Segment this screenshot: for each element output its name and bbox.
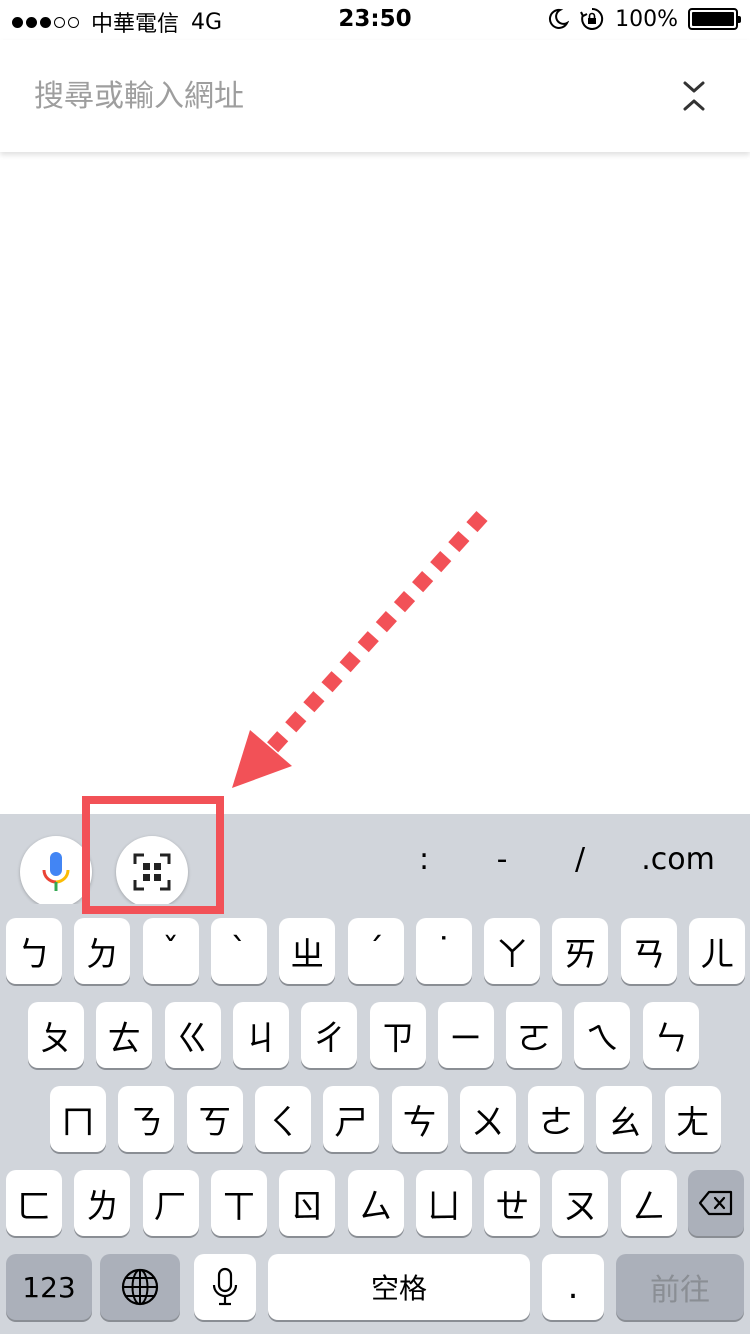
- zhuyin-key[interactable]: ˙: [415, 918, 472, 984]
- globe-icon: [121, 1268, 159, 1306]
- zhuyin-key[interactable]: ㄟ: [574, 1002, 631, 1068]
- qr-scan-icon: [133, 853, 171, 891]
- zhuyin-key[interactable]: ㄖ: [279, 1170, 336, 1236]
- period-key[interactable]: .: [542, 1254, 604, 1320]
- zhuyin-key[interactable]: ㄌ: [74, 1170, 131, 1236]
- zhuyin-key[interactable]: ㄑ: [254, 1086, 311, 1152]
- status-bar: 中華電信 4G 23:50 100%: [0, 0, 750, 40]
- battery-fill: [692, 12, 734, 26]
- zhuyin-key[interactable]: ㄏ: [142, 1170, 199, 1236]
- zhuyin-key[interactable]: ㄈ: [6, 1170, 62, 1236]
- dotcom-key[interactable]: .com: [632, 840, 724, 880]
- zhuyin-key[interactable]: ˇ: [142, 918, 199, 984]
- zhuyin-key[interactable]: ㄗ: [369, 1002, 426, 1068]
- zhuyin-key[interactable]: ㄍ: [164, 1002, 221, 1068]
- zhuyin-key[interactable]: ㄧ: [437, 1002, 494, 1068]
- zhuyin-key[interactable]: ㄚ: [484, 918, 541, 984]
- zhuyin-key[interactable]: ㄩ: [415, 1170, 472, 1236]
- zhuyin-key[interactable]: ㄦ: [689, 918, 745, 984]
- rotation-lock-icon: [580, 7, 604, 30]
- dictation-key[interactable]: [194, 1254, 256, 1320]
- collapse-chevrons-icon: [683, 81, 705, 111]
- qr-scan-button[interactable]: [116, 836, 188, 908]
- zhuyin-key[interactable]: ㄔ: [301, 1002, 358, 1068]
- collapse-button[interactable]: [674, 76, 714, 116]
- status-right: 100%: [547, 6, 741, 32]
- zhuyin-key[interactable]: ㄘ: [391, 1086, 448, 1152]
- zhuyin-key[interactable]: ㄉ: [74, 918, 131, 984]
- space-key[interactable]: 空格: [268, 1254, 530, 1320]
- zhuyin-key[interactable]: ㄜ: [528, 1086, 585, 1152]
- zhuyin-key[interactable]: ㄊ: [96, 1002, 153, 1068]
- zhuyin-key[interactable]: ㄋ: [118, 1086, 175, 1152]
- battery-icon: [688, 8, 741, 30]
- zhuyin-key[interactable]: ㄇ: [50, 1086, 106, 1152]
- zhuyin-key[interactable]: ㄒ: [210, 1170, 267, 1236]
- battery-percentage: 100%: [615, 6, 678, 32]
- zhuyin-key[interactable]: ㄞ: [552, 918, 609, 984]
- slash-key[interactable]: /: [562, 840, 598, 880]
- zhuyin-key[interactable]: ㄐ: [232, 1002, 289, 1068]
- zhuyin-keyboard: ㄅㄉ ˇ ˋ ㄓ ˊ ˙ ㄚㄞㄢㄦㄆㄊㄍㄐㄔㄗㄧㄛㄟㄣㄇㄋㄎㄑㄕㄘㄨㄜㄠㄤㄈㄌㄏㄒㄖㄙㄩㄝㄡ…: [0, 904, 750, 1334]
- zhuyin-key[interactable]: ㄡ: [552, 1170, 609, 1236]
- zhuyin-key[interactable]: ㄠ: [596, 1086, 653, 1152]
- go-key[interactable]: 前往: [616, 1254, 744, 1320]
- address-bar: [0, 40, 750, 152]
- zhuyin-key[interactable]: ㄓ: [279, 918, 336, 984]
- zhuyin-key[interactable]: ˋ: [210, 918, 267, 984]
- zhuyin-key[interactable]: ㄙ: [347, 1170, 404, 1236]
- delete-key[interactable]: [688, 1170, 744, 1236]
- google-mic-icon: [42, 852, 70, 891]
- mic-icon: [212, 1267, 238, 1306]
- dash-key[interactable]: -: [484, 840, 520, 880]
- globe-key[interactable]: [100, 1254, 180, 1320]
- zhuyin-key[interactable]: ㄅ: [6, 918, 62, 984]
- zhuyin-key[interactable]: ㄝ: [484, 1170, 541, 1236]
- zhuyin-key[interactable]: ㄤ: [664, 1086, 721, 1152]
- url-search-input[interactable]: [34, 74, 634, 118]
- voice-search-button[interactable]: [20, 836, 92, 908]
- zhuyin-key[interactable]: ㄕ: [323, 1086, 380, 1152]
- moon-icon: [549, 8, 570, 29]
- zhuyin-key[interactable]: ㄎ: [186, 1086, 243, 1152]
- keyboard-accessory-bar: : - / .com: [0, 814, 750, 908]
- zhuyin-key[interactable]: ㄨ: [459, 1086, 516, 1152]
- zhuyin-key[interactable]: ㄥ: [620, 1170, 677, 1236]
- numbers-key[interactable]: 123: [6, 1254, 92, 1320]
- zhuyin-key[interactable]: ㄆ: [28, 1002, 84, 1068]
- zhuyin-key[interactable]: ㄢ: [620, 918, 677, 984]
- zhuyin-key[interactable]: ㄣ: [642, 1002, 699, 1068]
- backspace-icon: [698, 1190, 733, 1216]
- zhuyin-key[interactable]: ˊ: [347, 918, 404, 984]
- colon-key[interactable]: :: [406, 840, 442, 880]
- zhuyin-key[interactable]: ㄛ: [506, 1002, 563, 1068]
